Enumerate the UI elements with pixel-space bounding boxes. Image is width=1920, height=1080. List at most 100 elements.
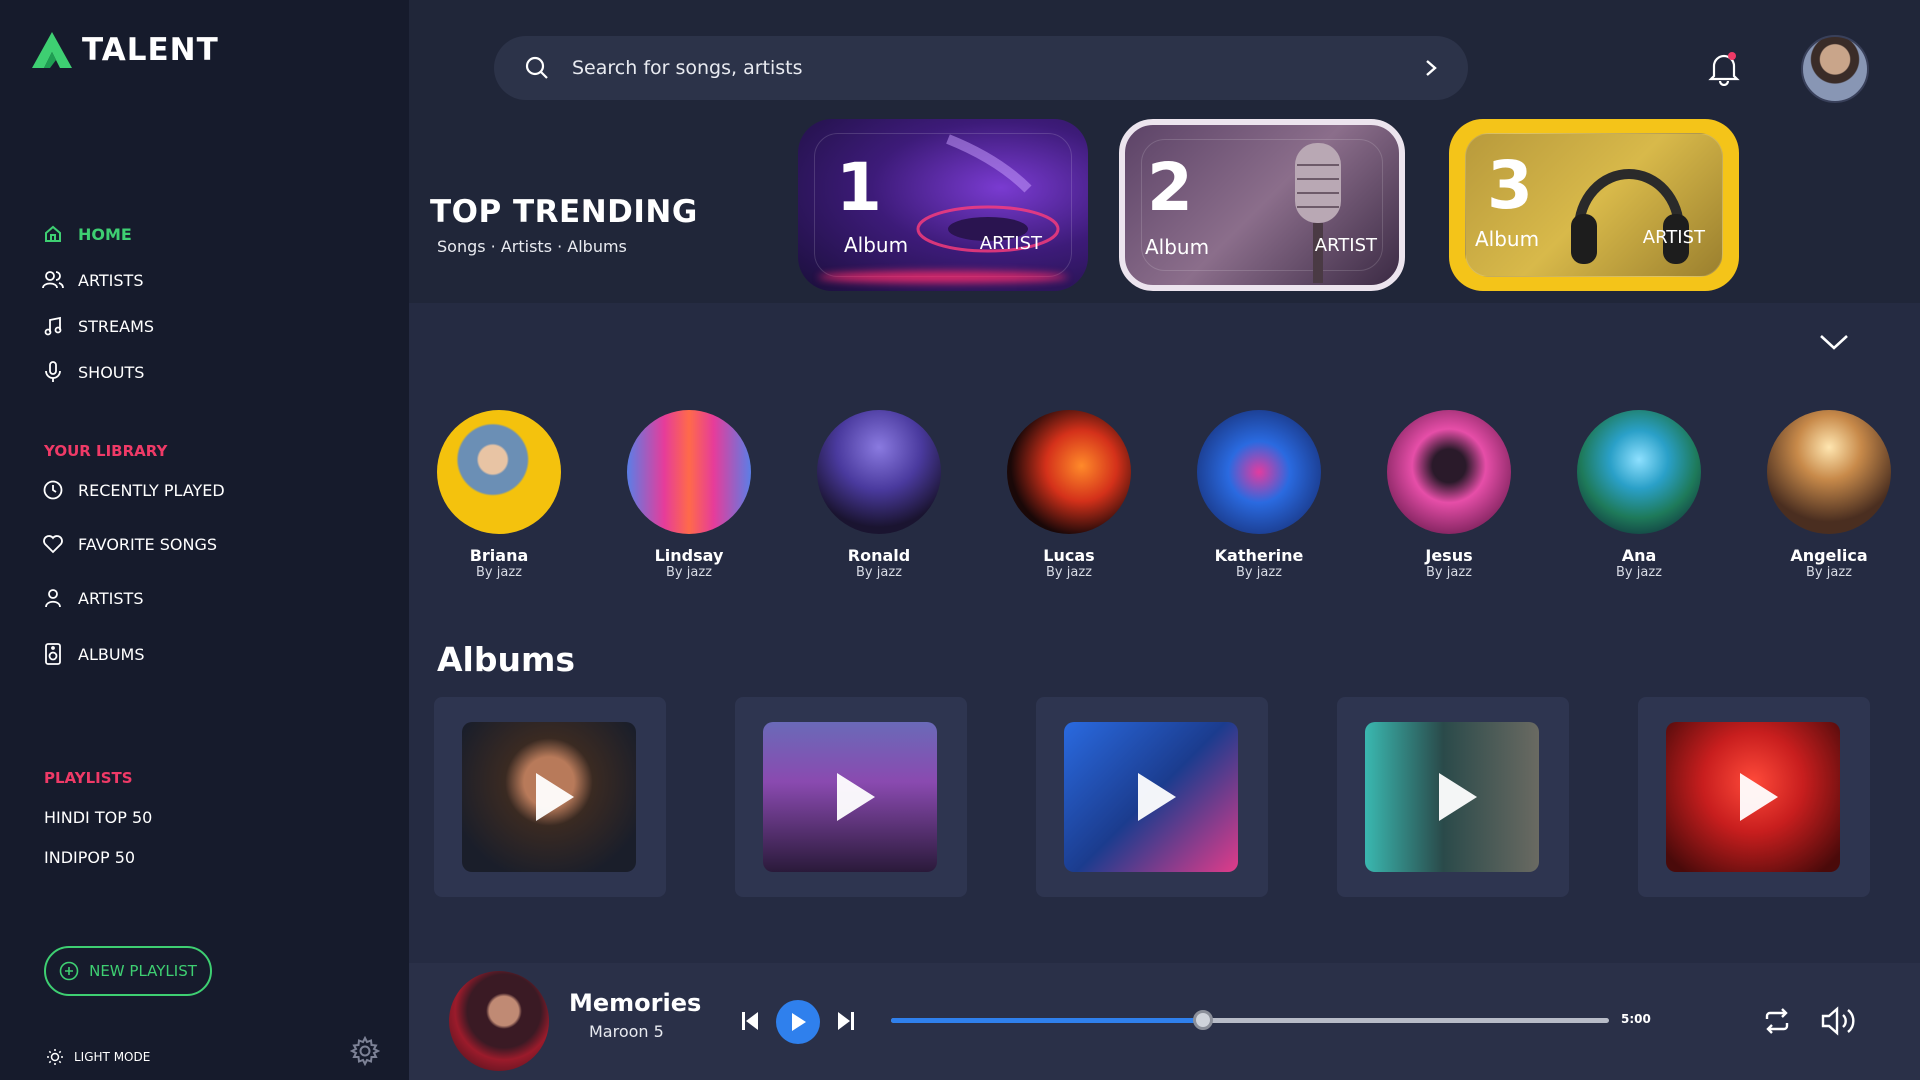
artist-name: Ronald [847, 546, 911, 565]
artist-card[interactable]: Katherine By jazz [1197, 410, 1321, 580]
notification-bell-icon[interactable] [1708, 50, 1740, 86]
album-cover [763, 722, 937, 872]
trending-album-label: Album [1475, 227, 1540, 251]
library-artists[interactable]: ARTISTS [42, 587, 143, 609]
new-playlist-button[interactable]: NEW PLAYLIST [44, 946, 212, 996]
app-name: TALENT [82, 32, 219, 68]
artist-genre: By jazz [1236, 565, 1282, 580]
playlist-item[interactable]: INDIPOP 50 [44, 848, 135, 867]
artist-name: Briana [469, 546, 529, 565]
nav-artists[interactable]: ARTISTS [42, 269, 143, 291]
trending-card-2[interactable]: 2 Album ARTIST [1119, 119, 1405, 291]
now-playing-title: Memories [569, 989, 702, 1017]
artist-card[interactable]: Angelica By jazz [1767, 410, 1891, 580]
heart-icon [42, 533, 64, 555]
trending-card-3[interactable]: 3 Album ARTIST [1449, 119, 1739, 291]
search-icon[interactable] [524, 55, 550, 81]
app-logo[interactable]: TALENT [30, 30, 219, 70]
play-button[interactable] [776, 1000, 820, 1044]
library-albums[interactable]: ALBUMS [42, 643, 145, 665]
trending-artist-label: ARTIST [979, 233, 1042, 254]
sun-icon [47, 1049, 63, 1065]
trending-album-label: Album [1145, 235, 1210, 259]
microphone-icon [42, 361, 64, 383]
nav-shouts[interactable]: SHOUTS [42, 361, 144, 383]
user-avatar[interactable] [1801, 35, 1869, 103]
music-note-icon [42, 315, 64, 337]
volume-icon[interactable] [1819, 1003, 1859, 1039]
nav-home[interactable]: HOME [42, 223, 132, 245]
artist-photo [437, 410, 561, 534]
artist-card[interactable]: Lucas By jazz [1007, 410, 1131, 580]
library-label: FAVORITE SONGS [78, 534, 217, 554]
now-playing-cover [449, 971, 549, 1071]
artist-genre: By jazz [1046, 565, 1092, 580]
light-mode-label: LIGHT MODE [74, 1050, 151, 1064]
artist-genre: By jazz [1806, 565, 1852, 580]
play-icon [792, 1013, 806, 1031]
album-card[interactable] [735, 697, 967, 897]
album-card[interactable] [1337, 697, 1569, 897]
clock-icon [42, 479, 64, 501]
playlists-section-title: PLAYLISTS [44, 769, 133, 787]
trending-artist-label: ARTIST [1314, 235, 1377, 256]
artist-card[interactable]: Jesus By jazz [1387, 410, 1511, 580]
new-playlist-label: NEW PLAYLIST [89, 962, 197, 980]
home-icon [42, 223, 64, 245]
artist-photo [1767, 410, 1891, 534]
progress-handle[interactable] [1193, 1010, 1214, 1030]
artist-card[interactable]: Lindsay By jazz [627, 410, 751, 580]
artist-name: Lindsay [654, 546, 724, 565]
artist-card[interactable]: Ronald By jazz [817, 410, 941, 580]
nav-label: HOME [78, 224, 132, 244]
settings-gear-icon[interactable] [350, 1036, 380, 1066]
artist-card[interactable]: Ana By jazz [1577, 410, 1701, 580]
light-mode-toggle[interactable]: LIGHT MODE [46, 1048, 150, 1066]
album-card[interactable] [1036, 697, 1268, 897]
chevron-down-icon[interactable] [1818, 330, 1850, 354]
artist-photo [1197, 410, 1321, 534]
trending-title: TOP TRENDING [430, 194, 698, 230]
nav-streams[interactable]: STREAMS [42, 315, 154, 337]
artist-genre: By jazz [476, 565, 522, 580]
album-card[interactable] [1638, 697, 1870, 897]
artist-name: Lucas [1043, 546, 1095, 565]
artist-name: Ana [1621, 546, 1657, 565]
artist-genre: By jazz [1616, 565, 1662, 580]
artist-name: Katherine [1214, 546, 1304, 565]
chevron-right-icon[interactable] [1424, 58, 1438, 78]
trending-card-1[interactable]: 1 Album ARTIST [798, 119, 1088, 291]
previous-track-icon[interactable] [740, 1010, 760, 1032]
progress-bar[interactable] [891, 1010, 1609, 1030]
album-cover [462, 722, 636, 872]
library-favorite-songs[interactable]: FAVORITE SONGS [42, 533, 217, 555]
next-track-icon[interactable] [836, 1010, 856, 1032]
artist-card[interactable]: Briana By jazz [437, 410, 561, 580]
play-icon[interactable] [536, 773, 574, 821]
play-icon[interactable] [837, 773, 875, 821]
library-recently-played[interactable]: RECENTLY PLAYED [42, 479, 225, 501]
play-icon[interactable] [1740, 773, 1778, 821]
artist-photo [1577, 410, 1701, 534]
search-input[interactable] [572, 57, 1424, 79]
play-icon[interactable] [1439, 773, 1477, 821]
repeat-icon[interactable] [1761, 1005, 1793, 1037]
artist-name: Jesus [1425, 546, 1473, 565]
sidebar: TALENT HOME ARTISTS STREAMS SHOUTS YOUR … [0, 0, 409, 1080]
artist-photo [1387, 410, 1511, 534]
playlist-item[interactable]: HINDI TOP 50 [44, 808, 152, 827]
now-playing-artist: Maroon 5 [589, 1022, 664, 1041]
library-label: RECENTLY PLAYED [78, 480, 225, 500]
album-cover [1064, 722, 1238, 872]
artist-name: Angelica [1790, 546, 1868, 565]
track-duration: 5:00 [1621, 1012, 1651, 1026]
play-icon[interactable] [1138, 773, 1176, 821]
artist-genre: By jazz [666, 565, 712, 580]
user-icon [42, 587, 64, 609]
users-icon [42, 269, 64, 291]
album-card[interactable] [434, 697, 666, 897]
nav-label: SHOUTS [78, 362, 145, 382]
library-section-title: YOUR LIBRARY [44, 442, 168, 460]
artist-genre: By jazz [1426, 565, 1472, 580]
plus-circle-icon [59, 961, 79, 981]
